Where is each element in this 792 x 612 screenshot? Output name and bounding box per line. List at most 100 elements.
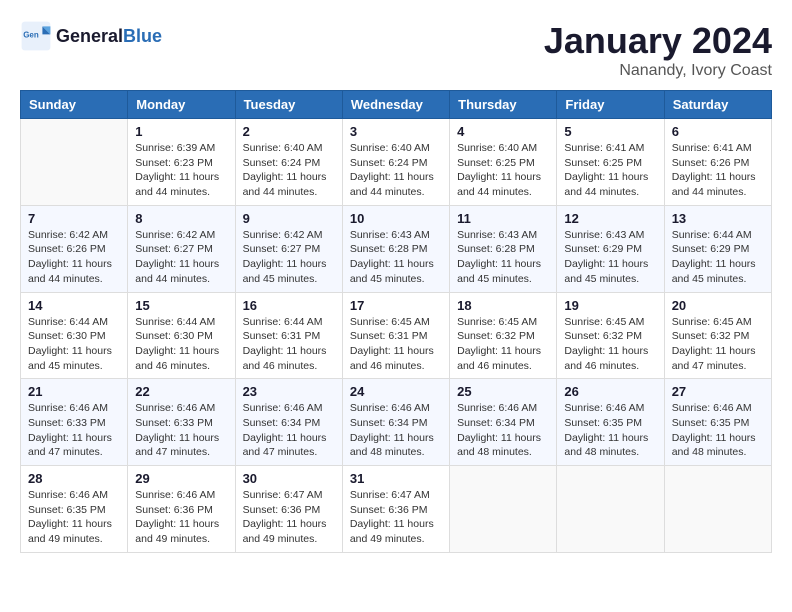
day-info: Sunrise: 6:45 AM Sunset: 6:32 PM Dayligh… bbox=[564, 315, 656, 374]
day-number: 17 bbox=[350, 298, 442, 313]
sunrise-text: Sunrise: 6:40 AM bbox=[243, 141, 335, 156]
calendar-week-row: 7 Sunrise: 6:42 AM Sunset: 6:26 PM Dayli… bbox=[21, 205, 772, 292]
sunset-text: Sunset: 6:35 PM bbox=[564, 416, 656, 431]
day-info: Sunrise: 6:46 AM Sunset: 6:33 PM Dayligh… bbox=[135, 401, 227, 460]
day-info: Sunrise: 6:43 AM Sunset: 6:29 PM Dayligh… bbox=[564, 228, 656, 287]
daylight-text: Daylight: 11 hours and 49 minutes. bbox=[135, 517, 227, 546]
table-row: 27 Sunrise: 6:46 AM Sunset: 6:35 PM Dayl… bbox=[664, 379, 771, 466]
sunrise-text: Sunrise: 6:45 AM bbox=[350, 315, 442, 330]
daylight-text: Daylight: 11 hours and 45 minutes. bbox=[564, 257, 656, 286]
table-row: 30 Sunrise: 6:47 AM Sunset: 6:36 PM Dayl… bbox=[235, 466, 342, 553]
logo-text: GeneralBlue bbox=[56, 26, 162, 47]
day-number: 25 bbox=[457, 384, 549, 399]
month-year-title: January 2024 bbox=[544, 20, 772, 62]
day-number: 18 bbox=[457, 298, 549, 313]
sunset-text: Sunset: 6:24 PM bbox=[243, 156, 335, 171]
day-info: Sunrise: 6:46 AM Sunset: 6:34 PM Dayligh… bbox=[350, 401, 442, 460]
table-row: 7 Sunrise: 6:42 AM Sunset: 6:26 PM Dayli… bbox=[21, 205, 128, 292]
table-row: 3 Sunrise: 6:40 AM Sunset: 6:24 PM Dayli… bbox=[342, 119, 449, 206]
header-monday: Monday bbox=[128, 91, 235, 119]
sunset-text: Sunset: 6:35 PM bbox=[28, 503, 120, 518]
sunrise-text: Sunrise: 6:40 AM bbox=[457, 141, 549, 156]
sunset-text: Sunset: 6:34 PM bbox=[350, 416, 442, 431]
table-row: 22 Sunrise: 6:46 AM Sunset: 6:33 PM Dayl… bbox=[128, 379, 235, 466]
table-row: 8 Sunrise: 6:42 AM Sunset: 6:27 PM Dayli… bbox=[128, 205, 235, 292]
daylight-text: Daylight: 11 hours and 44 minutes. bbox=[28, 257, 120, 286]
day-number: 12 bbox=[564, 211, 656, 226]
table-row: 17 Sunrise: 6:45 AM Sunset: 6:31 PM Dayl… bbox=[342, 292, 449, 379]
daylight-text: Daylight: 11 hours and 46 minutes. bbox=[350, 344, 442, 373]
sunrise-text: Sunrise: 6:45 AM bbox=[457, 315, 549, 330]
sunrise-text: Sunrise: 6:46 AM bbox=[564, 401, 656, 416]
logo: Gen GeneralBlue bbox=[20, 20, 162, 52]
sunrise-text: Sunrise: 6:43 AM bbox=[457, 228, 549, 243]
day-number: 19 bbox=[564, 298, 656, 313]
daylight-text: Daylight: 11 hours and 47 minutes. bbox=[243, 431, 335, 460]
header-thursday: Thursday bbox=[450, 91, 557, 119]
sunrise-text: Sunrise: 6:44 AM bbox=[243, 315, 335, 330]
sunrise-text: Sunrise: 6:42 AM bbox=[135, 228, 227, 243]
sunset-text: Sunset: 6:25 PM bbox=[457, 156, 549, 171]
day-info: Sunrise: 6:44 AM Sunset: 6:30 PM Dayligh… bbox=[28, 315, 120, 374]
table-row: 12 Sunrise: 6:43 AM Sunset: 6:29 PM Dayl… bbox=[557, 205, 664, 292]
day-number: 14 bbox=[28, 298, 120, 313]
sunset-text: Sunset: 6:27 PM bbox=[243, 242, 335, 257]
day-info: Sunrise: 6:45 AM Sunset: 6:31 PM Dayligh… bbox=[350, 315, 442, 374]
sunset-text: Sunset: 6:23 PM bbox=[135, 156, 227, 171]
table-row: 24 Sunrise: 6:46 AM Sunset: 6:34 PM Dayl… bbox=[342, 379, 449, 466]
table-row: 29 Sunrise: 6:46 AM Sunset: 6:36 PM Dayl… bbox=[128, 466, 235, 553]
table-row: 19 Sunrise: 6:45 AM Sunset: 6:32 PM Dayl… bbox=[557, 292, 664, 379]
sunset-text: Sunset: 6:32 PM bbox=[672, 329, 764, 344]
table-row: 13 Sunrise: 6:44 AM Sunset: 6:29 PM Dayl… bbox=[664, 205, 771, 292]
daylight-text: Daylight: 11 hours and 45 minutes. bbox=[28, 344, 120, 373]
svg-text:Gen: Gen bbox=[23, 31, 39, 40]
header-saturday: Saturday bbox=[664, 91, 771, 119]
daylight-text: Daylight: 11 hours and 44 minutes. bbox=[672, 170, 764, 199]
day-number: 29 bbox=[135, 471, 227, 486]
day-info: Sunrise: 6:44 AM Sunset: 6:30 PM Dayligh… bbox=[135, 315, 227, 374]
title-section: January 2024 Nanandy, Ivory Coast bbox=[544, 20, 772, 80]
table-row: 14 Sunrise: 6:44 AM Sunset: 6:30 PM Dayl… bbox=[21, 292, 128, 379]
day-number: 5 bbox=[564, 124, 656, 139]
sunset-text: Sunset: 6:29 PM bbox=[672, 242, 764, 257]
sunset-text: Sunset: 6:32 PM bbox=[564, 329, 656, 344]
sunrise-text: Sunrise: 6:42 AM bbox=[243, 228, 335, 243]
day-info: Sunrise: 6:43 AM Sunset: 6:28 PM Dayligh… bbox=[350, 228, 442, 287]
logo-icon: Gen bbox=[20, 20, 52, 52]
table-row: 25 Sunrise: 6:46 AM Sunset: 6:34 PM Dayl… bbox=[450, 379, 557, 466]
day-info: Sunrise: 6:42 AM Sunset: 6:27 PM Dayligh… bbox=[135, 228, 227, 287]
header-tuesday: Tuesday bbox=[235, 91, 342, 119]
day-number: 7 bbox=[28, 211, 120, 226]
daylight-text: Daylight: 11 hours and 49 minutes. bbox=[28, 517, 120, 546]
sunset-text: Sunset: 6:28 PM bbox=[457, 242, 549, 257]
day-number: 9 bbox=[243, 211, 335, 226]
table-row: 31 Sunrise: 6:47 AM Sunset: 6:36 PM Dayl… bbox=[342, 466, 449, 553]
table-row: 18 Sunrise: 6:45 AM Sunset: 6:32 PM Dayl… bbox=[450, 292, 557, 379]
table-row: 5 Sunrise: 6:41 AM Sunset: 6:25 PM Dayli… bbox=[557, 119, 664, 206]
daylight-text: Daylight: 11 hours and 45 minutes. bbox=[457, 257, 549, 286]
day-info: Sunrise: 6:41 AM Sunset: 6:26 PM Dayligh… bbox=[672, 141, 764, 200]
day-number: 22 bbox=[135, 384, 227, 399]
day-number: 24 bbox=[350, 384, 442, 399]
location-subtitle: Nanandy, Ivory Coast bbox=[544, 62, 772, 80]
table-row: 16 Sunrise: 6:44 AM Sunset: 6:31 PM Dayl… bbox=[235, 292, 342, 379]
daylight-text: Daylight: 11 hours and 44 minutes. bbox=[135, 170, 227, 199]
sunrise-text: Sunrise: 6:44 AM bbox=[135, 315, 227, 330]
day-info: Sunrise: 6:45 AM Sunset: 6:32 PM Dayligh… bbox=[672, 315, 764, 374]
sunrise-text: Sunrise: 6:46 AM bbox=[28, 401, 120, 416]
sunrise-text: Sunrise: 6:46 AM bbox=[135, 401, 227, 416]
day-info: Sunrise: 6:46 AM Sunset: 6:34 PM Dayligh… bbox=[457, 401, 549, 460]
sunrise-text: Sunrise: 6:46 AM bbox=[135, 488, 227, 503]
sunrise-text: Sunrise: 6:44 AM bbox=[28, 315, 120, 330]
table-row bbox=[21, 119, 128, 206]
daylight-text: Daylight: 11 hours and 46 minutes. bbox=[564, 344, 656, 373]
sunrise-text: Sunrise: 6:41 AM bbox=[672, 141, 764, 156]
day-number: 6 bbox=[672, 124, 764, 139]
daylight-text: Daylight: 11 hours and 47 minutes. bbox=[28, 431, 120, 460]
table-row: 1 Sunrise: 6:39 AM Sunset: 6:23 PM Dayli… bbox=[128, 119, 235, 206]
table-row: 6 Sunrise: 6:41 AM Sunset: 6:26 PM Dayli… bbox=[664, 119, 771, 206]
day-number: 13 bbox=[672, 211, 764, 226]
table-row: 4 Sunrise: 6:40 AM Sunset: 6:25 PM Dayli… bbox=[450, 119, 557, 206]
daylight-text: Daylight: 11 hours and 44 minutes. bbox=[457, 170, 549, 199]
day-info: Sunrise: 6:41 AM Sunset: 6:25 PM Dayligh… bbox=[564, 141, 656, 200]
